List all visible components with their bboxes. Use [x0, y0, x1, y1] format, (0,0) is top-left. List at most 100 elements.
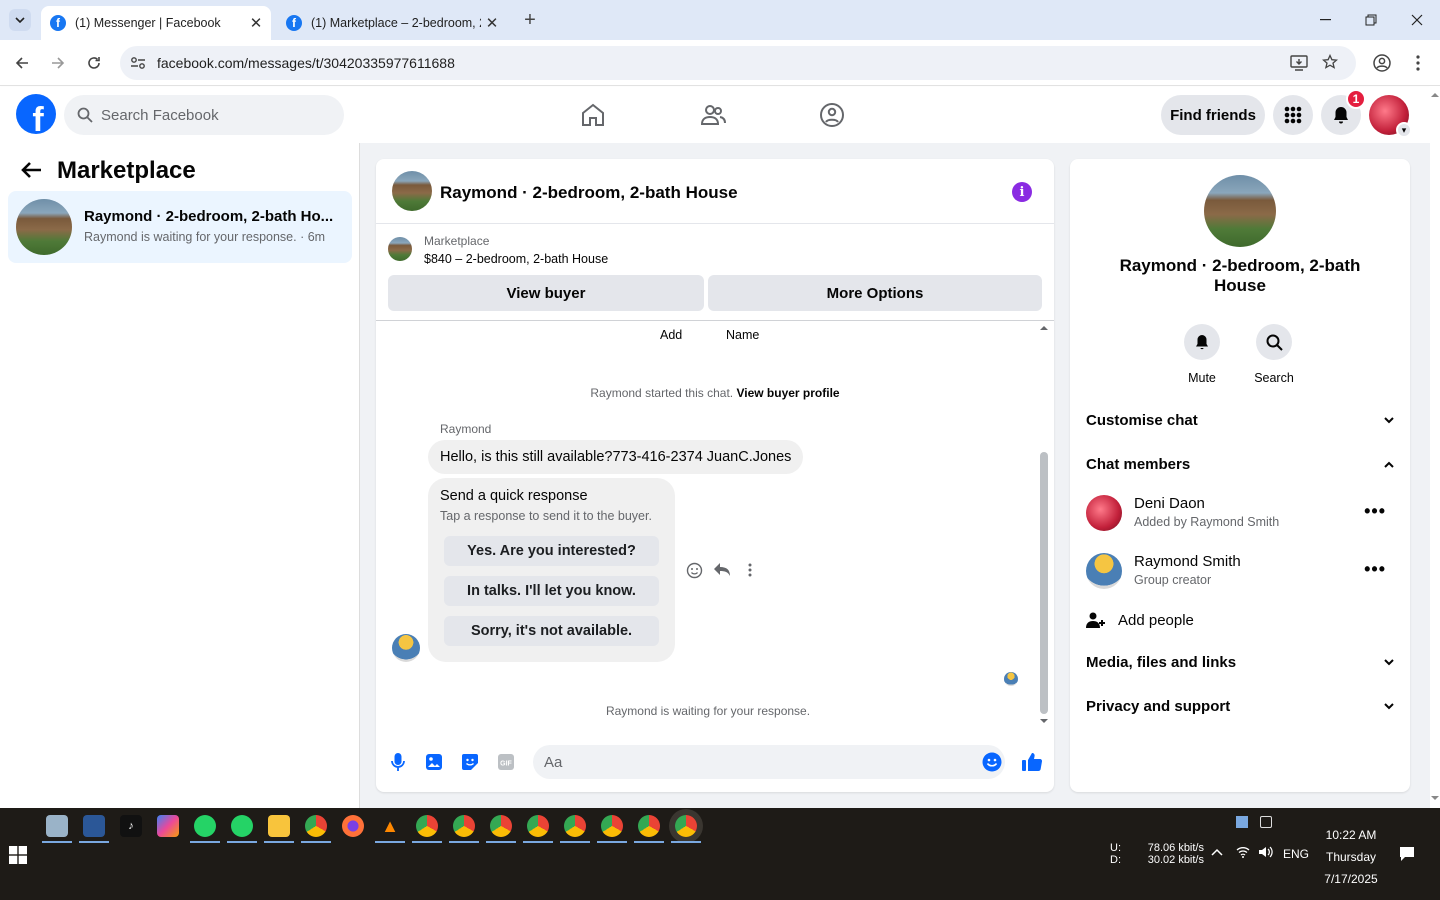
- windows-start-icon[interactable]: [9, 846, 27, 864]
- tab-search-icon[interactable]: [9, 9, 31, 31]
- customise-chat-row[interactable]: Customise chat: [1086, 409, 1394, 431]
- back-arrow-icon[interactable]: [20, 161, 42, 179]
- install-app-icon[interactable]: [1290, 55, 1308, 71]
- vlc-icon[interactable]: ▲: [375, 815, 405, 843]
- firefox-icon[interactable]: [342, 815, 364, 837]
- whatsapp-icon[interactable]: [227, 815, 257, 843]
- photos-app-icon[interactable]: [42, 815, 72, 843]
- restore-icon[interactable]: [1348, 0, 1394, 40]
- chrome-icon[interactable]: [634, 815, 664, 843]
- chrome-icon[interactable]: [486, 815, 516, 843]
- chat-title[interactable]: Raymond · 2-bedroom, 2-bath House: [440, 183, 738, 203]
- scroll-up-arrow-icon[interactable]: [1430, 91, 1440, 99]
- address-bar[interactable]: facebook.com/messages/t/3042033597761168…: [120, 46, 1356, 80]
- member-options-icon[interactable]: •••: [1364, 559, 1386, 580]
- quick-response-yes-button[interactable]: Yes. Are you interested?: [444, 536, 659, 566]
- chrome-icon[interactable]: [449, 815, 479, 843]
- more-options-button[interactable]: More Options: [708, 275, 1042, 311]
- view-buyer-button[interactable]: View buyer: [388, 275, 704, 311]
- quick-response-talks-button[interactable]: In talks. I'll let you know.: [444, 576, 659, 606]
- copilot-icon[interactable]: [157, 815, 179, 837]
- chat-members-row[interactable]: Chat members: [1086, 453, 1394, 475]
- chat-avatar[interactable]: [392, 171, 432, 211]
- add-people-button[interactable]: Add people: [1086, 609, 1194, 631]
- search-in-chat-button[interactable]: Search: [1244, 324, 1304, 385]
- member-row[interactable]: Deni Daon Added by Raymond Smith •••: [1086, 493, 1394, 533]
- listing-title[interactable]: $840 – 2-bedroom, 2-bath House: [424, 252, 608, 266]
- menu-grid-button[interactable]: [1273, 95, 1313, 135]
- thumbs-up-icon[interactable]: [1021, 751, 1043, 773]
- info-icon[interactable]: i: [1012, 182, 1032, 202]
- action-center-icon[interactable]: [1399, 846, 1415, 862]
- photo-icon[interactable]: [423, 751, 445, 773]
- site-settings-icon[interactable]: [130, 56, 146, 70]
- media-files-row[interactable]: Media, files and links: [1086, 651, 1394, 673]
- details-avatar[interactable]: [1204, 175, 1276, 247]
- find-friends-button[interactable]: Find friends: [1161, 95, 1265, 135]
- sender-avatar[interactable]: [392, 634, 420, 662]
- bookmark-star-icon[interactable]: [1322, 54, 1338, 70]
- chrome-icon[interactable]: [412, 815, 442, 843]
- back-icon[interactable]: [11, 52, 33, 74]
- new-tab-icon[interactable]: +: [519, 9, 541, 31]
- browser-menu-icon[interactable]: [1407, 52, 1429, 74]
- gif-icon[interactable]: GIF: [495, 751, 517, 773]
- search-facebook-input[interactable]: Search Facebook: [64, 95, 344, 135]
- emoji-icon[interactable]: [981, 751, 1003, 773]
- chrome-icon[interactable]: [523, 815, 553, 843]
- mute-button[interactable]: Mute: [1172, 324, 1232, 385]
- scrollbar-thumb[interactable]: [1040, 452, 1048, 714]
- view-buyer-profile-link[interactable]: View buyer profile: [736, 386, 839, 400]
- reload-icon[interactable]: [83, 52, 105, 74]
- conversation-item[interactable]: Raymond · 2-bedroom, 2-bath Ho... Raymon…: [8, 191, 352, 263]
- chrome-icon[interactable]: [597, 815, 627, 843]
- forward-icon[interactable]: [47, 52, 69, 74]
- member-options-icon[interactable]: •••: [1364, 501, 1386, 522]
- groups-icon[interactable]: [814, 97, 850, 133]
- chrome-active-icon[interactable]: [671, 815, 701, 843]
- account-avatar[interactable]: ▾: [1369, 95, 1412, 138]
- system-clock[interactable]: 10:22 AM Thursday 7/17/2025: [1316, 824, 1386, 890]
- meet-now-icon[interactable]: [1260, 816, 1272, 828]
- friends-icon[interactable]: [695, 97, 731, 133]
- name-label[interactable]: Name: [726, 328, 759, 342]
- message-scrollbar[interactable]: [1039, 322, 1049, 726]
- minimize-icon[interactable]: [1302, 0, 1348, 40]
- chrome-icon[interactable]: [560, 815, 590, 843]
- profile-icon[interactable]: [1371, 52, 1393, 74]
- app-icon[interactable]: [79, 815, 109, 843]
- sticker-icon[interactable]: [459, 751, 481, 773]
- message-bubble[interactable]: Hello, is this still available?773-416-2…: [428, 440, 804, 474]
- chrome-icon[interactable]: [301, 815, 331, 843]
- reply-icon[interactable]: [712, 560, 732, 580]
- tray-app-icon[interactable]: [1236, 816, 1248, 828]
- member-row[interactable]: Raymond Smith Group creator •••: [1086, 551, 1394, 591]
- home-icon[interactable]: [575, 97, 611, 133]
- more-actions-icon[interactable]: [740, 560, 760, 580]
- wifi-icon[interactable]: [1236, 846, 1250, 858]
- add-label[interactable]: Add: [660, 328, 682, 342]
- file-explorer-icon[interactable]: [264, 815, 294, 843]
- whatsapp-icon[interactable]: [190, 815, 220, 843]
- tab-marketplace[interactable]: f (1) Marketplace – 2-bedroom, 2 ✕: [277, 6, 507, 40]
- microphone-icon[interactable]: [387, 751, 409, 773]
- volume-icon[interactable]: [1258, 846, 1274, 858]
- language-indicator[interactable]: ENG: [1283, 847, 1309, 861]
- scroll-down-arrow-icon[interactable]: [1039, 717, 1049, 725]
- tiktok-icon[interactable]: ♪: [120, 815, 142, 837]
- privacy-support-row[interactable]: Privacy and support: [1086, 695, 1394, 717]
- page-scrollbar[interactable]: [1430, 87, 1440, 808]
- message-input[interactable]: Aa: [533, 745, 1005, 779]
- facebook-logo-icon[interactable]: f: [16, 94, 56, 134]
- message-placeholder: Aa: [544, 753, 563, 771]
- scroll-down-arrow-icon[interactable]: [1430, 794, 1440, 802]
- tab-messenger[interactable]: f (1) Messenger | Facebook ✕: [41, 6, 271, 40]
- react-emoji-icon[interactable]: [684, 560, 704, 580]
- scroll-up-arrow-icon[interactable]: [1039, 324, 1049, 332]
- listing-thumbnail[interactable]: [388, 237, 412, 261]
- close-tab-icon[interactable]: ✕: [481, 14, 503, 32]
- close-tab-icon[interactable]: ✕: [245, 14, 267, 32]
- close-window-icon[interactable]: [1394, 0, 1440, 40]
- show-hidden-icons-chevron-icon[interactable]: [1211, 848, 1223, 856]
- quick-response-sorry-button[interactable]: Sorry, it's not available.: [444, 616, 659, 646]
